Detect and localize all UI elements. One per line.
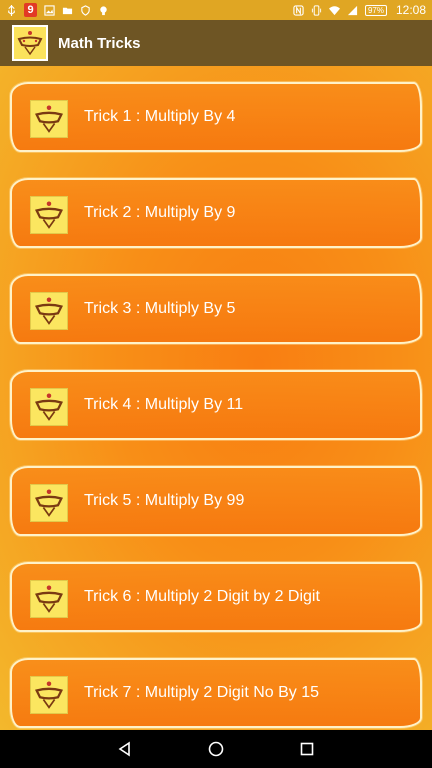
nfc-icon xyxy=(293,4,304,16)
trick-thumbnail-icon xyxy=(30,676,68,714)
signal-icon xyxy=(347,5,358,15)
trick-label: Trick 3 : Multiply By 5 xyxy=(84,300,236,317)
trick-item-7[interactable]: Trick 7 : Multiply 2 Digit No By 15 xyxy=(10,658,422,728)
calculator-doodle-icon xyxy=(35,681,63,709)
calculator-doodle-icon xyxy=(35,585,63,613)
calculator-doodle-icon xyxy=(14,27,46,59)
trick-label: Trick 5 : Multiply By 99 xyxy=(84,492,245,509)
calculator-doodle-icon xyxy=(35,201,63,229)
recents-button[interactable] xyxy=(297,739,317,759)
calculator-doodle-icon xyxy=(35,297,63,325)
calculator-doodle-icon xyxy=(35,105,63,133)
trick-label: Trick 2 : Multiply By 9 xyxy=(84,204,236,221)
back-button[interactable] xyxy=(115,739,135,759)
calculator-doodle-icon xyxy=(35,489,63,517)
trick-thumbnail-icon xyxy=(30,196,68,234)
image-icon xyxy=(44,4,55,16)
notification-badge: 9 xyxy=(24,3,37,17)
folder-icon xyxy=(62,7,73,14)
trick-item-3[interactable]: Trick 3 : Multiply By 5 xyxy=(10,274,422,344)
shield-icon xyxy=(81,4,90,16)
trick-label: Trick 7 : Multiply 2 Digit No By 15 xyxy=(84,684,320,701)
trick-label: Trick 1 : Multiply By 4 xyxy=(84,108,236,125)
battery-indicator: 97% xyxy=(364,4,387,16)
wifi-icon xyxy=(328,5,340,15)
trick-item-5[interactable]: Trick 5 : Multiply By 99 xyxy=(10,466,422,536)
trick-label: Trick 6 : Multiply 2 Digit by 2 Digit xyxy=(84,588,320,605)
status-bar: 9 97% 12:08 xyxy=(0,0,432,20)
trick-thumbnail-icon xyxy=(30,100,68,138)
tricks-list: Trick 1 : Multiply By 4 Trick 2 : Multip… xyxy=(0,66,432,730)
trick-thumbnail-icon xyxy=(30,484,68,522)
trick-thumbnail-icon xyxy=(30,580,68,618)
bulb-icon xyxy=(100,5,107,15)
calculator-doodle-icon xyxy=(35,393,63,421)
trick-thumbnail-icon xyxy=(30,388,68,426)
trick-thumbnail-icon xyxy=(30,292,68,330)
home-button[interactable] xyxy=(206,739,226,759)
trick-item-1[interactable]: Trick 1 : Multiply By 4 xyxy=(10,82,422,152)
trick-item-4[interactable]: Trick 4 : Multiply By 11 xyxy=(10,370,422,440)
trick-item-6[interactable]: Trick 6 : Multiply 2 Digit by 2 Digit xyxy=(10,562,422,632)
app-logo-icon xyxy=(12,25,48,61)
home-icon xyxy=(208,741,224,757)
back-icon xyxy=(118,741,131,757)
trick-label: Trick 4 : Multiply By 11 xyxy=(84,396,244,413)
status-left: 9 xyxy=(6,3,109,17)
navigation-bar xyxy=(0,730,432,768)
clock: 12:08 xyxy=(395,3,426,17)
recents-icon xyxy=(300,742,313,756)
vibrate-icon xyxy=(311,4,322,16)
status-right: 97% 12:08 xyxy=(293,3,426,17)
app-bar: Math Tricks xyxy=(0,20,432,66)
page-title: Math Tricks xyxy=(58,34,141,52)
battery-level: 97 xyxy=(367,5,377,15)
usb-icon xyxy=(8,4,15,16)
trick-item-2[interactable]: Trick 2 : Multiply By 9 xyxy=(10,178,422,248)
